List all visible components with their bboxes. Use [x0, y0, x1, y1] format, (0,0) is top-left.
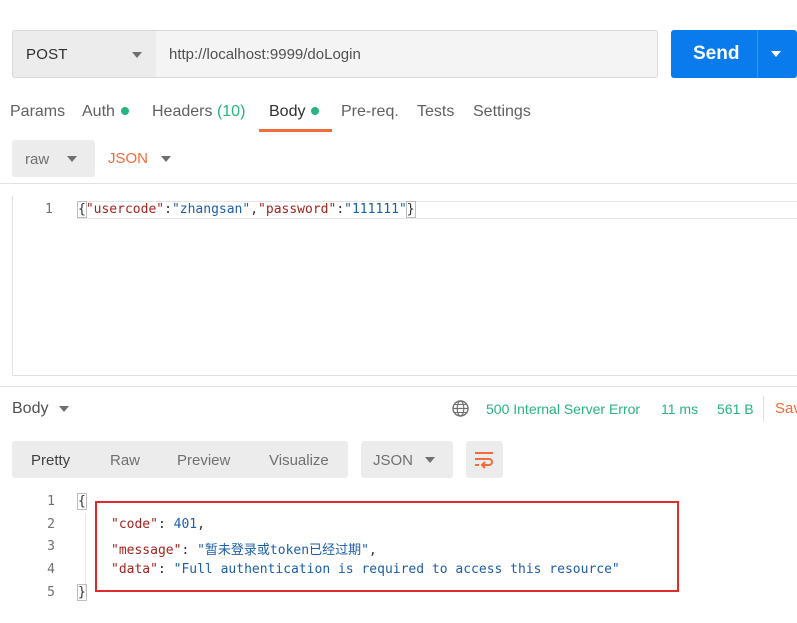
tab-tests[interactable]: Tests — [417, 103, 454, 121]
tab-auth-label: Auth — [82, 103, 115, 120]
highlight-annotation-box — [95, 501, 679, 592]
chevron-down-icon — [132, 52, 142, 58]
line-number: 4 — [47, 562, 55, 577]
body-mode-select[interactable]: raw — [12, 140, 95, 177]
chevron-down-icon — [67, 156, 77, 162]
tab-settings[interactable]: Settings — [473, 103, 531, 121]
globe-icon[interactable] — [452, 400, 469, 417]
send-options-chevron-icon[interactable] — [771, 51, 781, 57]
word-wrap-button[interactable] — [466, 441, 503, 478]
view-tab-pretty[interactable]: Pretty — [31, 452, 70, 469]
body-format-select[interactable]: JSON — [108, 150, 148, 167]
request-body-editor[interactable]: 1 {"usercode":"zhangsan","password":"111… — [12, 196, 797, 376]
line-number: 1 — [45, 202, 53, 217]
body-status-dot-icon — [311, 106, 320, 115]
status-code[interactable]: 500 Internal Server Error — [486, 401, 640, 417]
send-divider — [757, 30, 758, 78]
response-format-label: JSON — [373, 452, 414, 469]
headers-count: (10) — [216, 103, 246, 120]
active-tab-indicator — [259, 129, 332, 132]
tab-params[interactable]: Params — [10, 103, 65, 121]
response-view-tabs: Pretty Raw Preview Visualize — [12, 441, 348, 478]
divider — [763, 396, 764, 422]
tab-prereq[interactable]: Pre-req. — [341, 103, 399, 121]
word-wrap-icon — [475, 452, 493, 469]
method-label: POST — [26, 46, 68, 63]
line-number: 5 — [47, 585, 55, 600]
tab-headers-label: Headers — [152, 103, 213, 120]
send-label: Send — [693, 43, 740, 64]
url-input[interactable]: http://localhost:9999/doLogin — [156, 30, 658, 78]
auth-status-dot-icon — [120, 106, 129, 115]
divider — [0, 183, 797, 184]
indent-guide — [85, 513, 86, 591]
chevron-down-icon — [425, 457, 435, 463]
line-number: 1 — [47, 494, 55, 509]
view-tab-preview[interactable]: Preview — [177, 452, 230, 469]
body-mode-label: raw — [25, 151, 50, 168]
chevron-down-icon[interactable] — [161, 156, 171, 162]
method-select[interactable]: POST — [12, 30, 157, 78]
tab-auth[interactable]: Auth — [82, 103, 129, 121]
view-tab-raw[interactable]: Raw — [110, 452, 140, 469]
request-body-code: {"usercode":"zhangsan","password":"11111… — [77, 201, 416, 218]
line-number: 2 — [47, 517, 55, 532]
view-tab-visualize[interactable]: Visualize — [269, 452, 329, 469]
response-size[interactable]: 561 B — [717, 401, 754, 417]
response-format-select[interactable]: JSON — [361, 441, 453, 478]
json-open-brace: { — [77, 493, 87, 510]
chevron-down-icon[interactable] — [59, 406, 69, 412]
tab-body[interactable]: Body — [269, 103, 320, 121]
save-response-button[interactable]: Sav — [775, 400, 797, 417]
url-text: http://localhost:9999/doLogin — [169, 46, 361, 63]
line-number: 3 — [47, 539, 55, 554]
response-body-dropdown[interactable]: Body — [12, 400, 48, 418]
divider — [0, 386, 797, 387]
tab-body-label: Body — [269, 103, 306, 120]
json-close-brace: } — [77, 584, 87, 601]
tab-headers[interactable]: Headers (10) — [152, 103, 245, 121]
response-time[interactable]: 11 ms — [661, 401, 698, 417]
send-button[interactable]: Send — [671, 30, 797, 78]
